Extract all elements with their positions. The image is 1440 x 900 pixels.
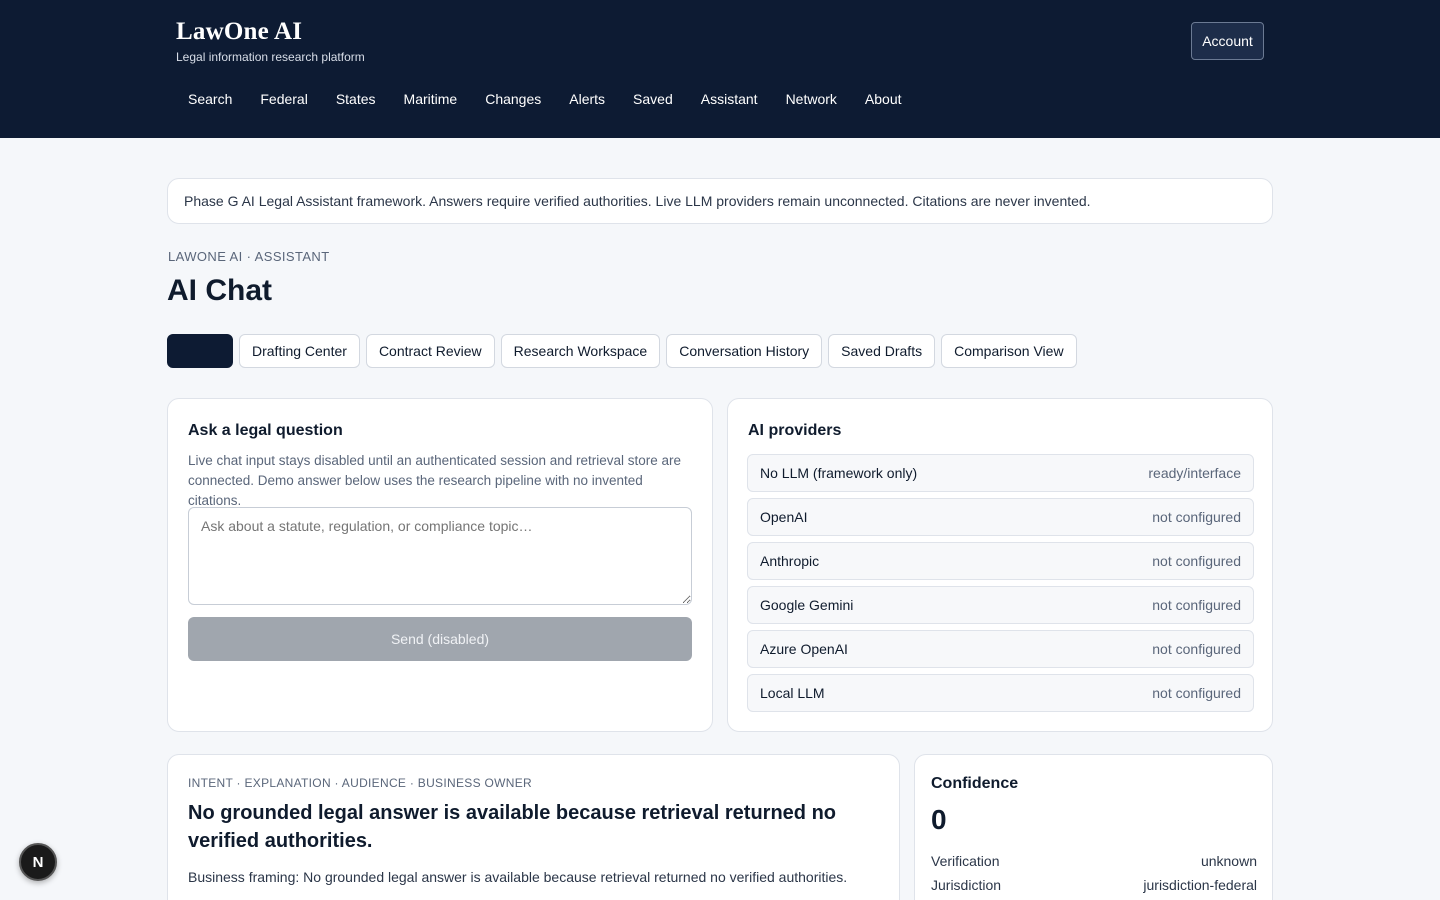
provider-status: not configured xyxy=(1152,509,1241,525)
tab-contract-review[interactable]: Contract Review xyxy=(365,334,495,368)
nav-saved[interactable]: Saved xyxy=(621,86,685,114)
provider-name: Google Gemini xyxy=(760,597,854,613)
provider-row: Local LLM not configured xyxy=(747,674,1254,712)
confidence-row-label: Verification xyxy=(931,853,1000,869)
nav-search[interactable]: Search xyxy=(176,86,244,114)
send-button[interactable]: Send (disabled) xyxy=(188,617,692,661)
provider-status: ready/interface xyxy=(1148,465,1241,481)
provider-row: Azure OpenAI not configured xyxy=(747,630,1254,668)
nextjs-dev-badge[interactable]: N xyxy=(19,843,57,881)
nav-changes[interactable]: Changes xyxy=(473,86,553,114)
nextjs-logo-icon: N xyxy=(33,854,44,871)
confidence-value: 0 xyxy=(931,804,947,835)
provider-name: Local LLM xyxy=(760,685,825,701)
ask-question-card: Ask a legal question Live chat input sta… xyxy=(167,398,713,732)
provider-name: Azure OpenAI xyxy=(760,641,848,657)
confidence-row-value: unknown xyxy=(1200,853,1257,869)
confidence-row-label: Jurisdiction xyxy=(931,877,1002,893)
answer-card: INTENT · EXPLANATION · AUDIENCE · BUSINE… xyxy=(167,754,900,900)
provider-status: not configured xyxy=(1152,685,1241,701)
provider-row: No LLM (framework only) ready/interface xyxy=(747,454,1254,492)
tab-conversation-history[interactable]: Conversation History xyxy=(666,334,823,368)
provider-row: OpenAI not configured xyxy=(747,498,1254,536)
provider-name: No LLM (framework only) xyxy=(760,465,918,481)
confidence-row: Jurisdiction jurisdiction-federal xyxy=(931,877,1257,893)
tab-saved-drafts[interactable]: Saved Drafts xyxy=(828,334,936,368)
answer-headline: No grounded legal answer is available be… xyxy=(188,802,836,852)
ask-description: Live chat input stays disabled until an … xyxy=(188,453,682,508)
page-title: AI Chat xyxy=(167,274,272,307)
provider-status: not configured xyxy=(1152,553,1241,569)
nav-maritime[interactable]: Maritime xyxy=(392,86,470,114)
nav-network[interactable]: Network xyxy=(774,86,849,114)
brand-title[interactable]: LawOne AI xyxy=(176,18,302,46)
provider-row: Anthropic not configured xyxy=(747,542,1254,580)
brand-subtitle: Legal information research platform xyxy=(176,50,365,64)
tab-ai-chat[interactable] xyxy=(167,334,233,368)
main-nav: Search Federal States Maritime Changes A… xyxy=(176,86,918,114)
assistant-tabs: Drafting Center Contract Review Research… xyxy=(167,334,1083,368)
tab-comparison-view[interactable]: Comparison View xyxy=(941,334,1077,368)
confidence-card: Confidence 0 Verification unknown Jurisd… xyxy=(914,754,1273,900)
providers-title: AI providers xyxy=(748,422,842,439)
badge-letter: N xyxy=(33,854,44,871)
nav-federal[interactable]: Federal xyxy=(248,86,319,114)
question-input[interactable] xyxy=(188,507,692,605)
nav-alerts[interactable]: Alerts xyxy=(557,86,617,114)
answer-eyebrow: INTENT · EXPLANATION · AUDIENCE · BUSINE… xyxy=(188,776,533,790)
tab-research-workspace[interactable]: Research Workspace xyxy=(500,334,661,368)
ai-providers-card: AI providers No LLM (framework only) rea… xyxy=(727,398,1273,732)
provider-row: Google Gemini not configured xyxy=(747,586,1254,624)
answer-body: Business framing: No grounded legal answ… xyxy=(188,869,848,885)
provider-name: OpenAI xyxy=(760,509,808,525)
tab-drafting-center[interactable]: Drafting Center xyxy=(239,334,360,368)
top-header: LawOne AI Legal information research pla… xyxy=(0,0,1440,138)
nav-about[interactable]: About xyxy=(853,86,914,114)
ask-title: Ask a legal question xyxy=(188,422,343,439)
framework-notice: Phase G AI Legal Assistant framework. An… xyxy=(167,178,1273,224)
confidence-row: Verification unknown xyxy=(931,853,1257,869)
provider-name: Anthropic xyxy=(760,553,820,569)
confidence-title: Confidence xyxy=(931,775,1019,792)
provider-status: not configured xyxy=(1152,597,1241,613)
account-button[interactable]: Account xyxy=(1191,22,1264,60)
nav-states[interactable]: States xyxy=(324,86,388,114)
section-eyebrow: LAWONE AI · ASSISTANT xyxy=(168,249,330,264)
provider-status: not configured xyxy=(1152,641,1241,657)
nav-assistant[interactable]: Assistant xyxy=(689,86,770,114)
confidence-row-value: jurisdiction-federal xyxy=(1143,877,1257,893)
